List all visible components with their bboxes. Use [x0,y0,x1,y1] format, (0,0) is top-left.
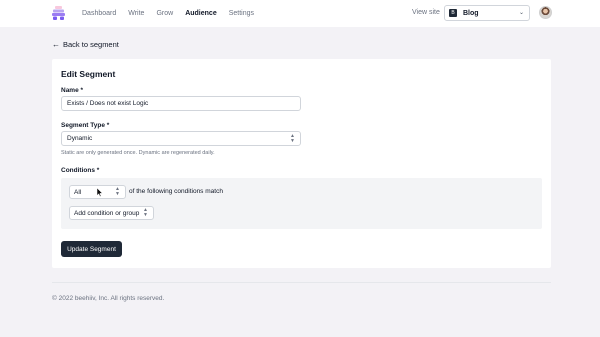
segment-type-value: Dynamic [67,135,93,142]
beehiiv-logo-icon[interactable] [52,6,65,20]
add-condition-label: Add condition or group [74,209,140,217]
add-condition-select[interactable]: Add condition or group ▲ ▼ [69,206,154,220]
chevron-down-icon: ⌄ [518,10,524,16]
nav-settings[interactable]: Settings [229,10,254,17]
nav-audience[interactable]: Audience [185,10,217,17]
name-value: Exists / Does not exist Logic [67,100,149,107]
page-title: Edit Segment [61,69,116,79]
select-arrows-icon: ▲ ▼ [290,133,295,144]
nav-dashboard[interactable]: Dashboard [82,10,116,17]
footer-copyright: © 2022 beehiiv, Inc. All rights reserved… [52,295,165,302]
nav-write[interactable]: Write [128,10,144,17]
publication-select[interactable]: B Blog ⌄ [444,5,530,21]
segment-type-hint: Static are only generated once. Dynamic … [61,150,215,156]
update-segment-button[interactable]: Update Segment [61,241,122,257]
mouse-cursor-icon [97,188,103,197]
top-navigation: Dashboard Write Grow Audience Settings V… [0,0,600,27]
match-description: of the following conditions match [129,188,223,195]
view-site-link[interactable]: View site [412,9,440,16]
select-arrows-icon: ▲ ▼ [143,207,148,218]
back-link-label: Back to segment [63,40,119,49]
conditions-label: Conditions * [61,167,100,174]
publication-icon: B [449,9,457,17]
main-nav: Dashboard Write Grow Audience Settings [82,0,266,27]
name-field[interactable]: Exists / Does not exist Logic [61,96,301,111]
publication-name: Blog [463,9,479,17]
footer-divider [52,282,551,283]
segment-type-select[interactable]: Dynamic ▲ ▼ [61,131,301,146]
select-arrows-icon: ▲ ▼ [115,186,120,197]
segment-type-label: Segment Type * [61,122,110,129]
back-to-segment-link[interactable]: ← Back to segment [52,40,119,49]
user-avatar[interactable] [539,6,552,19]
arrow-left-icon: ← [52,40,60,49]
conditions-group: All ▲ ▼ of the following conditions match… [61,178,542,229]
match-type-value: All [74,188,82,196]
name-label: Name * [61,87,84,94]
nav-grow[interactable]: Grow [156,10,173,17]
edit-segment-card: Edit Segment Name * Exists / Does not ex… [52,59,551,268]
